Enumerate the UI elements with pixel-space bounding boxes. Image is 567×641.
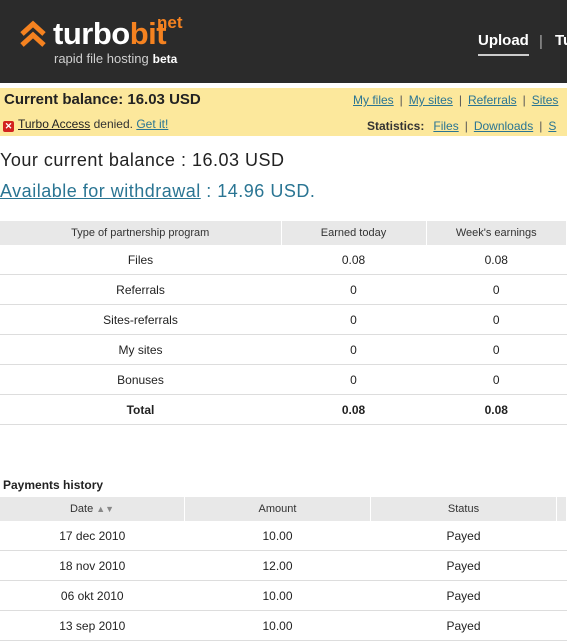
pay-date: 18 nov 2010 (0, 550, 185, 581)
partnership-table: Type of partnership program Earned today… (0, 221, 567, 425)
row-week: 0.08 (426, 245, 567, 275)
row-week: 0 (426, 364, 567, 395)
account-links: My files | My sites | Referrals | Sites (353, 93, 559, 107)
row-type: Referrals (0, 274, 281, 305)
withdrawal-link[interactable]: Available for withdrawal (0, 181, 201, 201)
table-row: 17 dec 2010 10.00 Payed (0, 521, 567, 551)
row-type: My sites (0, 334, 281, 365)
table-row: Referrals 0 0 (0, 274, 567, 305)
col-date[interactable]: Date ▲▼ (0, 497, 185, 521)
withdrawal-amount: : 14.96 USD. (200, 181, 316, 201)
account-bar: Current balance: 16.03 USD My files | My s… (0, 88, 567, 136)
current-balance-text: Your current balance : 16.03 USD (0, 150, 285, 170)
stats-more-link[interactable]: S (548, 119, 556, 133)
col-date-label: Date (69, 503, 94, 515)
referrals-link[interactable]: Referrals (468, 93, 517, 107)
withdrawal-line: Available for withdrawal : 14.96 USD. (0, 181, 315, 202)
row-today: 0.08 (281, 245, 426, 275)
payments-header-row: Date ▲▼ Amount Status (0, 497, 567, 521)
pay-amount: 12.00 (184, 550, 371, 581)
logo-wordmark[interactable]: turbobit (53, 16, 167, 51)
stats-files-link[interactable]: Files (433, 119, 458, 133)
payments-table: Date ▲▼ Amount Status 17 dec 2010 10.00 Pay… (0, 497, 567, 641)
total-label: Total (0, 394, 281, 425)
nav-next-link[interactable]: Tu (555, 32, 567, 49)
partnership-header-row: Type of partnership program Earned today… (0, 221, 567, 245)
pay-status: Payed (370, 521, 557, 551)
logo-tagline: rapid file hosting beta (54, 51, 177, 66)
row-week: 0 (426, 304, 567, 335)
nav-separator: | (539, 33, 543, 50)
logo-net: net (157, 13, 183, 32)
logo-chevron-icon (20, 20, 46, 47)
get-it-link[interactable]: Get it! (136, 117, 168, 131)
pay-date: 13 sep 2010 (0, 610, 185, 641)
row-today: 0 (281, 274, 426, 305)
total-row: Total 0.08 0.08 (0, 394, 567, 425)
beta-label: beta (152, 52, 178, 66)
access-denied-text: denied. (93, 117, 133, 131)
pay-amount: 10.00 (184, 610, 371, 641)
pay-date: 06 okt 2010 (0, 580, 185, 611)
pay-status: Payed (370, 550, 557, 581)
payments-history-title: Payments history (3, 478, 104, 492)
statistics-label: Statistics: (367, 119, 425, 133)
table-row: Files 0.08 0.08 (0, 245, 567, 275)
table-row: 18 nov 2010 12.00 Payed (0, 550, 567, 581)
stats-downloads-link[interactable]: Downloads (474, 119, 533, 133)
total-today: 0.08 (281, 394, 426, 425)
row-week: 0 (426, 274, 567, 305)
my-sites-link[interactable]: My sites (409, 93, 453, 107)
pay-status: Payed (370, 610, 557, 641)
sort-icon: ▲▼ (96, 504, 115, 514)
table-row: 13 sep 2010 10.00 Payed (0, 610, 567, 641)
statistics-links: Statistics: Files | Downloads | S (367, 119, 557, 133)
logo-text-turbo: turbo (53, 16, 130, 51)
turbo-access-link[interactable]: Turbo Access (18, 117, 90, 131)
pay-amount: 10.00 (184, 580, 371, 611)
pay-amount: 10.00 (184, 521, 371, 551)
col-earned-today: Earned today (281, 221, 427, 245)
row-type: Files (0, 245, 281, 275)
row-today: 0 (281, 364, 426, 395)
row-today: 0 (281, 334, 426, 365)
row-type: Sites-referrals (0, 304, 281, 335)
row-today: 0 (281, 304, 426, 335)
site-header: turbobit net rapid file hosting beta Uplo… (0, 0, 567, 83)
current-balance-label: Current balance: 16.03 USD (4, 91, 201, 108)
total-week: 0.08 (426, 394, 567, 425)
turbo-access-status: ✕ Turbo Access denied. Get it! (3, 117, 168, 132)
col-amount: Amount (184, 497, 371, 521)
nav-upload-link[interactable]: Upload (478, 32, 529, 49)
col-week-earnings: Week's earnings (426, 221, 567, 245)
row-week: 0 (426, 334, 567, 365)
col-extra (556, 497, 567, 521)
denied-icon: ✕ (3, 121, 14, 132)
nav-active-underline (478, 54, 529, 56)
pay-date: 17 dec 2010 (0, 521, 185, 551)
table-row: Bonuses 0 0 (0, 364, 567, 395)
pay-status: Payed (370, 580, 557, 611)
tagline-text: rapid file hosting (54, 51, 149, 66)
table-row: My sites 0 0 (0, 334, 567, 365)
col-type: Type of partnership program (0, 221, 282, 245)
sites-link[interactable]: Sites (532, 93, 559, 107)
table-row: 06 okt 2010 10.00 Payed (0, 580, 567, 611)
table-row: Sites-referrals 0 0 (0, 304, 567, 335)
my-files-link[interactable]: My files (353, 93, 394, 107)
row-type: Bonuses (0, 364, 281, 395)
col-status: Status (370, 497, 557, 521)
